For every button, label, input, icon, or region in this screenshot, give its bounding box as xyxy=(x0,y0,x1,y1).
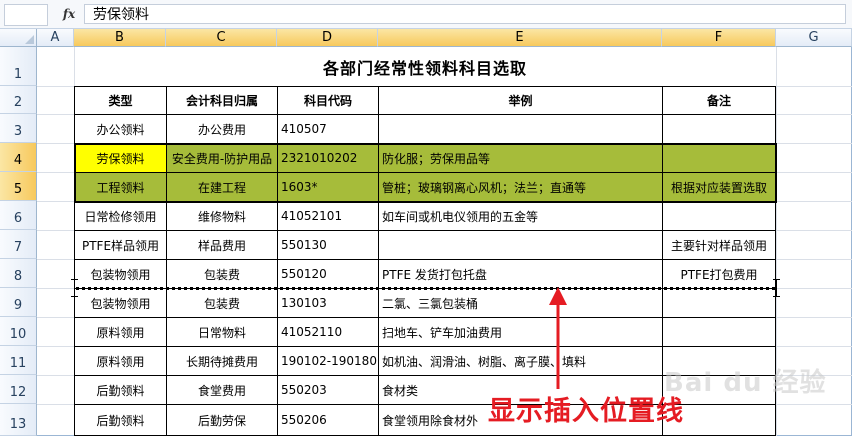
cell-c12[interactable]: 食堂费用 xyxy=(167,376,278,405)
cell-c13[interactable]: 后勤劳保 xyxy=(167,405,278,436)
row-header-7[interactable]: 7 xyxy=(0,230,37,259)
sheet-title[interactable]: 各部门经常性领料科目选取 xyxy=(74,47,776,86)
cell-c9[interactable]: 包装费 xyxy=(167,289,278,318)
cell-b8[interactable]: 包装物领用 xyxy=(75,260,167,289)
cell-f6[interactable] xyxy=(663,202,776,231)
cell-c10[interactable]: 日常物料 xyxy=(167,318,278,347)
cell-d5[interactable]: 1603* xyxy=(278,173,379,202)
insert-right-cursor-icon xyxy=(773,279,780,297)
fx-icon[interactable]: fx xyxy=(58,4,80,24)
cell-b12[interactable]: 后勤领料 xyxy=(75,376,167,405)
cell-f10[interactable] xyxy=(663,318,776,347)
cell-b7[interactable]: PTFE样品领用 xyxy=(75,231,167,260)
cell-b11[interactable]: 原料领用 xyxy=(75,347,167,376)
cell-b4[interactable]: 劳保领料 xyxy=(75,144,167,173)
cell-f9[interactable] xyxy=(663,289,776,318)
cell-b6[interactable]: 日常检修领用 xyxy=(75,202,167,231)
column-header-d[interactable]: D xyxy=(277,29,378,47)
cell-e7[interactable] xyxy=(379,231,663,260)
cell-d8[interactable]: 550120 xyxy=(278,260,379,289)
header-example[interactable]: 举例 xyxy=(379,87,663,115)
cell-d10[interactable]: 41052110 xyxy=(278,318,379,347)
cell-f5[interactable]: 根据对应装置选取 xyxy=(663,173,776,202)
red-arrow-icon xyxy=(549,287,567,389)
row-header-1[interactable]: 1 xyxy=(0,47,37,86)
column-header-f[interactable]: F xyxy=(662,29,776,47)
cell-c11[interactable]: 长期待摊费用 xyxy=(167,347,278,376)
cell-c5[interactable]: 在建工程 xyxy=(167,173,278,202)
formula-bar: fx 劳保领料 xyxy=(0,0,852,29)
cell-d13[interactable]: 550206 xyxy=(278,405,379,436)
cell-d6[interactable]: 41052101 xyxy=(278,202,379,231)
cell-d11[interactable]: 190102-190180 xyxy=(278,347,379,376)
column-header-a[interactable]: A xyxy=(37,29,74,47)
row-header-4[interactable]: 4 xyxy=(0,143,37,172)
row-header-5[interactable]: 5 xyxy=(0,172,37,201)
cell-c7[interactable]: 样品费用 xyxy=(167,231,278,260)
header-remark[interactable]: 备注 xyxy=(663,87,776,115)
column-header-g[interactable]: G xyxy=(776,29,852,47)
cell-b9[interactable]: 包装物领用 xyxy=(75,289,167,318)
cell-e5[interactable]: 管桩；玻璃钢离心风机；法兰；直通等 xyxy=(379,173,663,202)
cell-e9[interactable]: 二氯、三氯包装桶 xyxy=(379,289,663,318)
cell-e6[interactable]: 如车间或机电仪领用的五金等 xyxy=(379,202,663,231)
row-header-11[interactable]: 11 xyxy=(0,346,37,375)
cell-f4[interactable] xyxy=(663,144,776,173)
cell-e11[interactable]: 如机油、润滑油、树脂、离子膜、填料 xyxy=(379,347,663,376)
watermark-logo: Bai du 经验 xyxy=(664,368,827,398)
header-account[interactable]: 会计科目归属 xyxy=(167,87,278,115)
cell-f3[interactable] xyxy=(663,115,776,144)
row-header-3[interactable]: 3 xyxy=(0,114,37,143)
select-all-corner[interactable] xyxy=(0,29,37,47)
insert-position-line xyxy=(76,287,775,290)
name-box[interactable] xyxy=(4,4,48,26)
annotation-label: 显示插入位置线 xyxy=(488,396,684,427)
column-header-e[interactable]: E xyxy=(378,29,662,47)
cell-c6[interactable]: 维修物料 xyxy=(167,202,278,231)
row-header-6[interactable]: 6 xyxy=(0,201,37,230)
cell-d3[interactable]: 410507 xyxy=(278,115,379,144)
column-header-c[interactable]: C xyxy=(166,29,277,47)
cell-b13[interactable]: 后勤领料 xyxy=(75,405,167,436)
header-type[interactable]: 类型 xyxy=(75,87,167,115)
row-header-10[interactable]: 10 xyxy=(0,317,37,346)
cell-e10[interactable]: 扫地车、铲车加油费用 xyxy=(379,318,663,347)
cell-d9[interactable]: 130103 xyxy=(278,289,379,318)
cell-c8[interactable]: 包装费 xyxy=(167,260,278,289)
cell-d4[interactable]: 2321010202 xyxy=(278,144,379,173)
cell-b3[interactable]: 办公领料 xyxy=(75,115,167,144)
cell-c4[interactable]: 安全费用-防护用品 xyxy=(167,144,278,173)
cell-b10[interactable]: 原料领用 xyxy=(75,318,167,347)
insert-left-cursor-icon xyxy=(71,279,78,297)
cell-f7[interactable]: 主要针对样品领用 xyxy=(663,231,776,260)
column-header-b[interactable]: B xyxy=(74,29,166,47)
header-code[interactable]: 科目代码 xyxy=(278,87,379,115)
cell-b5[interactable]: 工程领料 xyxy=(75,173,167,202)
row-header-9[interactable]: 9 xyxy=(0,288,37,317)
cell-d7[interactable]: 550130 xyxy=(278,231,379,260)
row-header-12[interactable]: 12 xyxy=(0,375,37,404)
cell-d12[interactable]: 550203 xyxy=(278,376,379,405)
cell-e3[interactable] xyxy=(379,115,663,144)
formula-input[interactable]: 劳保领料 xyxy=(84,4,846,24)
row-header-2[interactable]: 2 xyxy=(0,86,37,114)
row-header-8[interactable]: 8 xyxy=(0,259,37,288)
row-header-13[interactable]: 13 xyxy=(0,404,37,436)
cell-f8[interactable]: PTFE打包费用 xyxy=(663,260,776,289)
cell-e4[interactable]: 防化服；劳保用品等 xyxy=(379,144,663,173)
cell-e8[interactable]: PTFE 发货打包托盘 xyxy=(379,260,663,289)
cell-c3[interactable]: 办公费用 xyxy=(167,115,278,144)
